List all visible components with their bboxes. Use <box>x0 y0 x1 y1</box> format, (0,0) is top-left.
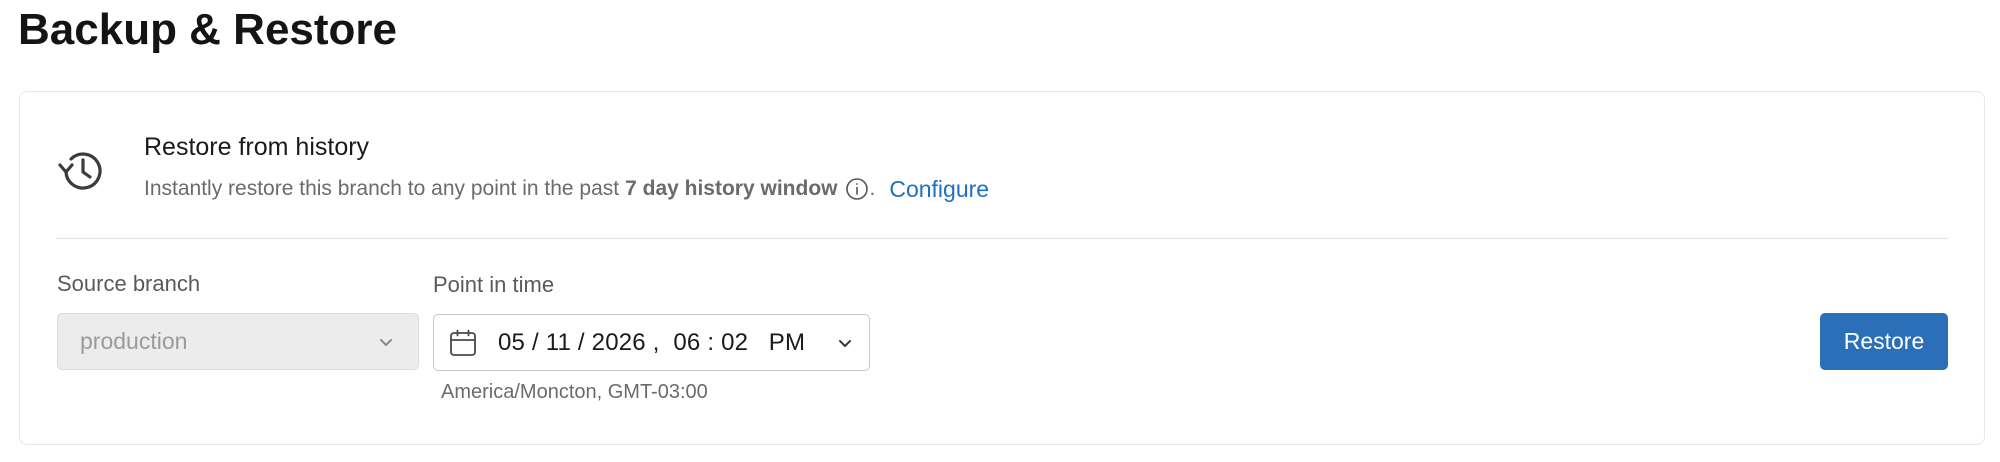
timezone-note: America/Moncton, GMT-03:00 <box>441 381 708 403</box>
restore-card: Restore from history Instantly restore t… <box>19 91 1985 445</box>
backup-restore-page: Backup & Restore Restore from history In… <box>0 0 2000 462</box>
divider <box>56 238 1948 239</box>
chevron-down-icon[interactable] <box>835 333 855 353</box>
history-icon <box>56 144 110 198</box>
source-branch-select[interactable]: production <box>57 313 419 370</box>
datetime-value: 05 / 11 / 2026 , 06 : 02 PM <box>498 328 806 356</box>
section-title: Restore from history <box>144 133 370 161</box>
calendar-icon[interactable] <box>448 328 478 358</box>
info-icon[interactable] <box>845 177 869 201</box>
description-text: Instantly restore this branch to any poi… <box>144 177 620 200</box>
restore-button[interactable]: Restore <box>1820 313 1948 370</box>
date-day[interactable]: 11 <box>546 329 571 356</box>
configure-link[interactable]: Configure <box>889 174 989 204</box>
section-description: Instantly restore this branch to any poi… <box>144 174 989 204</box>
point-in-time-label: Point in time <box>433 272 555 297</box>
description-period: . <box>869 177 876 200</box>
date-year[interactable]: 2026 <box>592 329 646 356</box>
time-hour[interactable]: 06 <box>673 329 700 356</box>
date-month[interactable]: 05 <box>498 329 525 356</box>
time-period[interactable]: PM <box>769 329 805 356</box>
source-branch-label: Source branch <box>57 271 201 296</box>
chevron-down-icon <box>380 338 392 346</box>
page-title: Backup & Restore <box>18 5 398 54</box>
point-in-time-input[interactable]: 05 / 11 / 2026 , 06 : 02 PM <box>433 314 870 371</box>
history-window-text: 7 day history window <box>625 177 838 200</box>
source-branch-value: production <box>80 328 188 354</box>
time-minute[interactable]: 02 <box>721 329 748 356</box>
